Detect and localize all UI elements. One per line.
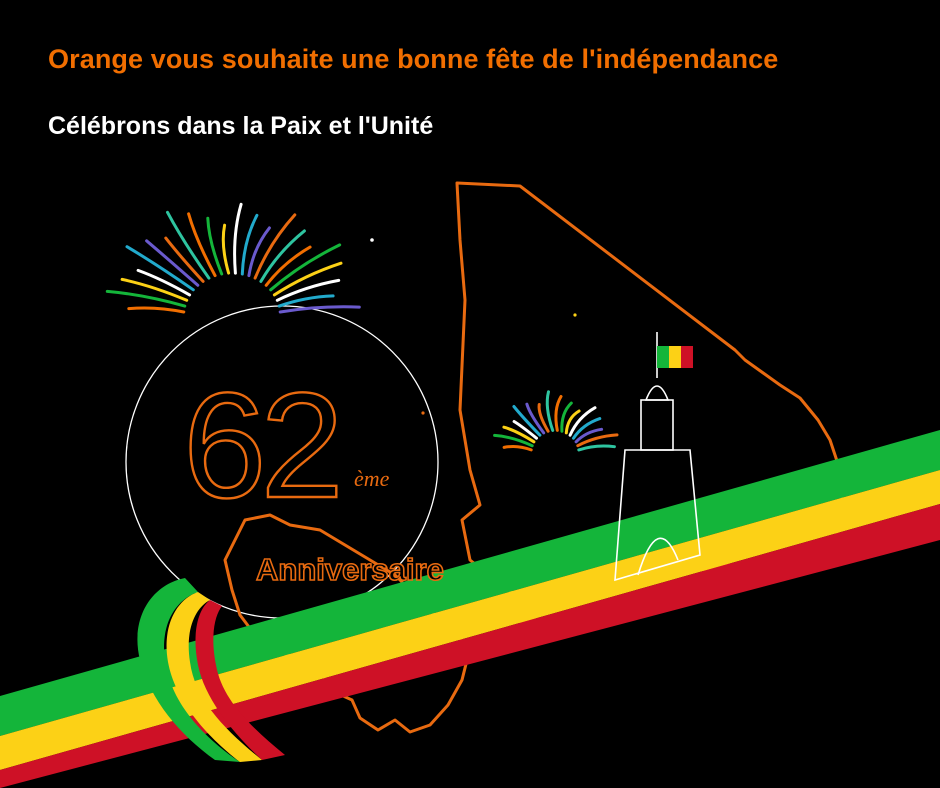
firework-streak bbox=[221, 223, 231, 275]
artwork: 62 ème Anniversaire bbox=[0, 181, 940, 788]
firework-streak bbox=[166, 210, 211, 280]
anniversary-number: 62 bbox=[183, 361, 338, 529]
flag-ribbon bbox=[0, 430, 940, 788]
firework-streak bbox=[233, 202, 243, 275]
star-dot bbox=[421, 411, 425, 415]
firework-streak bbox=[577, 444, 616, 452]
fireworks-icon bbox=[105, 202, 361, 314]
fireworks-icon bbox=[493, 390, 619, 452]
firework-streak bbox=[277, 294, 335, 308]
greeting-card: Orange vous souhaite une bonne fête de l… bbox=[0, 0, 940, 788]
star-dot bbox=[573, 313, 577, 317]
anniversary-label: Anniversaire bbox=[256, 552, 444, 587]
firework-streak bbox=[502, 444, 533, 452]
firework-streak bbox=[127, 306, 186, 314]
star-dot bbox=[370, 238, 374, 242]
mali-flag-icon bbox=[657, 346, 693, 368]
firework-streak bbox=[554, 395, 563, 432]
anniversary-suffix: ème bbox=[354, 466, 390, 491]
firework-streak bbox=[545, 390, 555, 432]
